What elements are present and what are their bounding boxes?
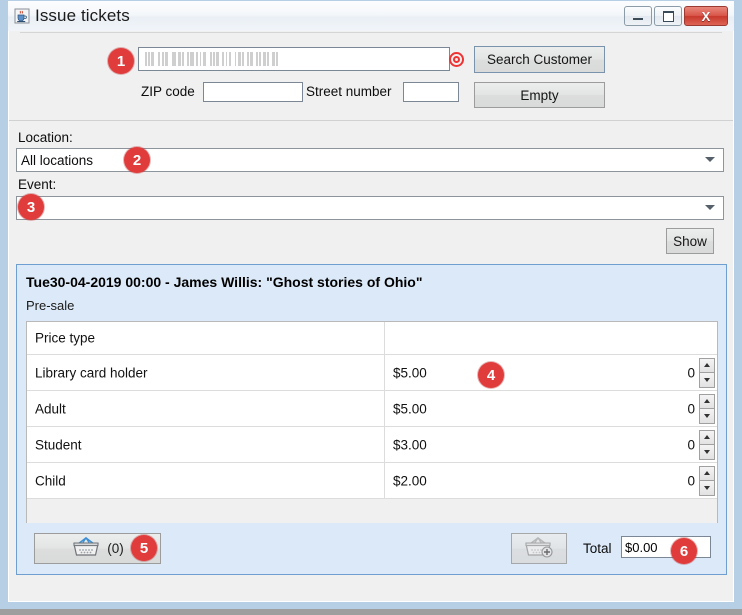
price-table: Price type Library card holder $5.00 0 A… (26, 321, 718, 523)
table-header-row: Price type (27, 322, 717, 355)
price-value: $5.00 (393, 365, 427, 380)
annotation-badge-4: 4 (478, 362, 504, 388)
maximize-button[interactable] (654, 6, 682, 26)
minimize-button[interactable] (624, 6, 652, 26)
column-divider (384, 322, 385, 354)
show-button[interactable]: Show (666, 228, 714, 254)
price-value: $3.00 (393, 437, 427, 452)
window-controls: X (624, 6, 728, 26)
barcode-placeholder-graphic (145, 52, 278, 66)
annotation-badge-2: 2 (124, 147, 150, 173)
customer-search-panel (9, 33, 733, 119)
price-type-name: Adult (35, 401, 66, 416)
close-button[interactable]: X (684, 6, 728, 26)
annotation-badge-1: 1 (108, 48, 134, 74)
target-icon[interactable] (449, 52, 464, 67)
table-row[interactable]: Library card holder $5.00 0 (27, 355, 717, 391)
total-label: Total (583, 541, 612, 556)
table-row[interactable]: Adult $5.00 0 (27, 391, 717, 427)
column-divider (384, 355, 385, 390)
quantity-stepper[interactable] (699, 429, 715, 460)
stepper-down-button[interactable] (699, 480, 715, 496)
caret-down-icon (704, 413, 710, 418)
street-number-input[interactable] (403, 82, 459, 102)
table-row[interactable]: Student $3.00 0 (27, 427, 717, 463)
add-to-basket-icon (523, 536, 555, 561)
quantity-value: 0 (687, 401, 695, 416)
street-number-label: Street number (306, 84, 392, 99)
column-header-price-type: Price type (35, 330, 96, 346)
total-input[interactable]: $0.00 (621, 536, 711, 558)
close-icon: X (701, 8, 711, 24)
java-coffee-cup-icon (14, 8, 30, 24)
caret-up-icon (704, 399, 710, 404)
zip-code-label: ZIP code (141, 84, 195, 99)
location-label: Location: (18, 130, 73, 145)
search-customer-button[interactable]: Search Customer (474, 46, 605, 73)
chevron-down-icon (705, 157, 715, 162)
search-customer-label: Search Customer (486, 52, 593, 67)
quantity-stepper[interactable] (699, 393, 715, 424)
caret-up-icon (704, 471, 710, 476)
stepper-up-button[interactable] (699, 393, 715, 408)
stepper-up-button[interactable] (699, 429, 715, 444)
caret-up-icon (704, 435, 710, 440)
barcode-input[interactable] (138, 47, 450, 71)
total-value: $0.00 (625, 539, 658, 555)
chevron-down-icon (705, 205, 715, 210)
show-label: Show (673, 233, 707, 249)
caret-down-icon (704, 377, 710, 382)
caret-down-icon (704, 485, 710, 490)
price-type-name: Child (35, 473, 66, 488)
basket-count: (0) (107, 541, 124, 556)
location-select[interactable]: All locations (16, 148, 724, 172)
quantity-value: 0 (687, 437, 695, 452)
table-row[interactable]: Child $2.00 0 (27, 463, 717, 499)
annotation-badge-6: 6 (671, 538, 697, 564)
price-type-name: Student (35, 437, 82, 452)
quantity-stepper[interactable] (699, 465, 715, 496)
annotation-badge-5: 5 (131, 535, 157, 561)
column-divider (384, 463, 385, 498)
add-to-basket-button[interactable] (511, 533, 567, 564)
event-title: Tue30-04-2019 00:00 - James Willis: "Gho… (26, 274, 423, 290)
location-selected-value: All locations (21, 152, 94, 168)
event-select[interactable] (16, 196, 724, 220)
caret-down-icon (704, 449, 710, 454)
event-details-panel: Tue30-04-2019 00:00 - James Willis: "Gho… (16, 264, 727, 575)
price-value: $5.00 (393, 401, 427, 416)
empty-button[interactable]: Empty (474, 82, 605, 108)
stepper-up-button[interactable] (699, 465, 715, 480)
column-divider (384, 391, 385, 426)
annotation-badge-3: 3 (18, 194, 44, 220)
stepper-up-button[interactable] (699, 357, 715, 372)
shopping-basket-icon (71, 536, 101, 561)
column-divider (384, 427, 385, 462)
caret-up-icon (704, 363, 710, 368)
stepper-down-button[interactable] (699, 408, 715, 424)
stepper-down-button[interactable] (699, 372, 715, 388)
stepper-down-button[interactable] (699, 444, 715, 460)
window-title: Issue tickets (35, 6, 130, 25)
event-subtitle: Pre-sale (26, 298, 75, 313)
table-empty-area (27, 499, 717, 523)
price-type-name: Library card holder (35, 365, 148, 380)
zip-code-input[interactable] (203, 82, 303, 102)
price-value: $2.00 (393, 473, 427, 488)
panel-divider-top (9, 120, 733, 121)
quantity-stepper[interactable] (699, 357, 715, 388)
event-label: Event: (18, 177, 57, 192)
quantity-value: 0 (687, 473, 695, 488)
quantity-value: 0 (687, 365, 695, 380)
title-bar[interactable]: Issue tickets X (8, 1, 734, 31)
empty-label: Empty (520, 87, 559, 103)
